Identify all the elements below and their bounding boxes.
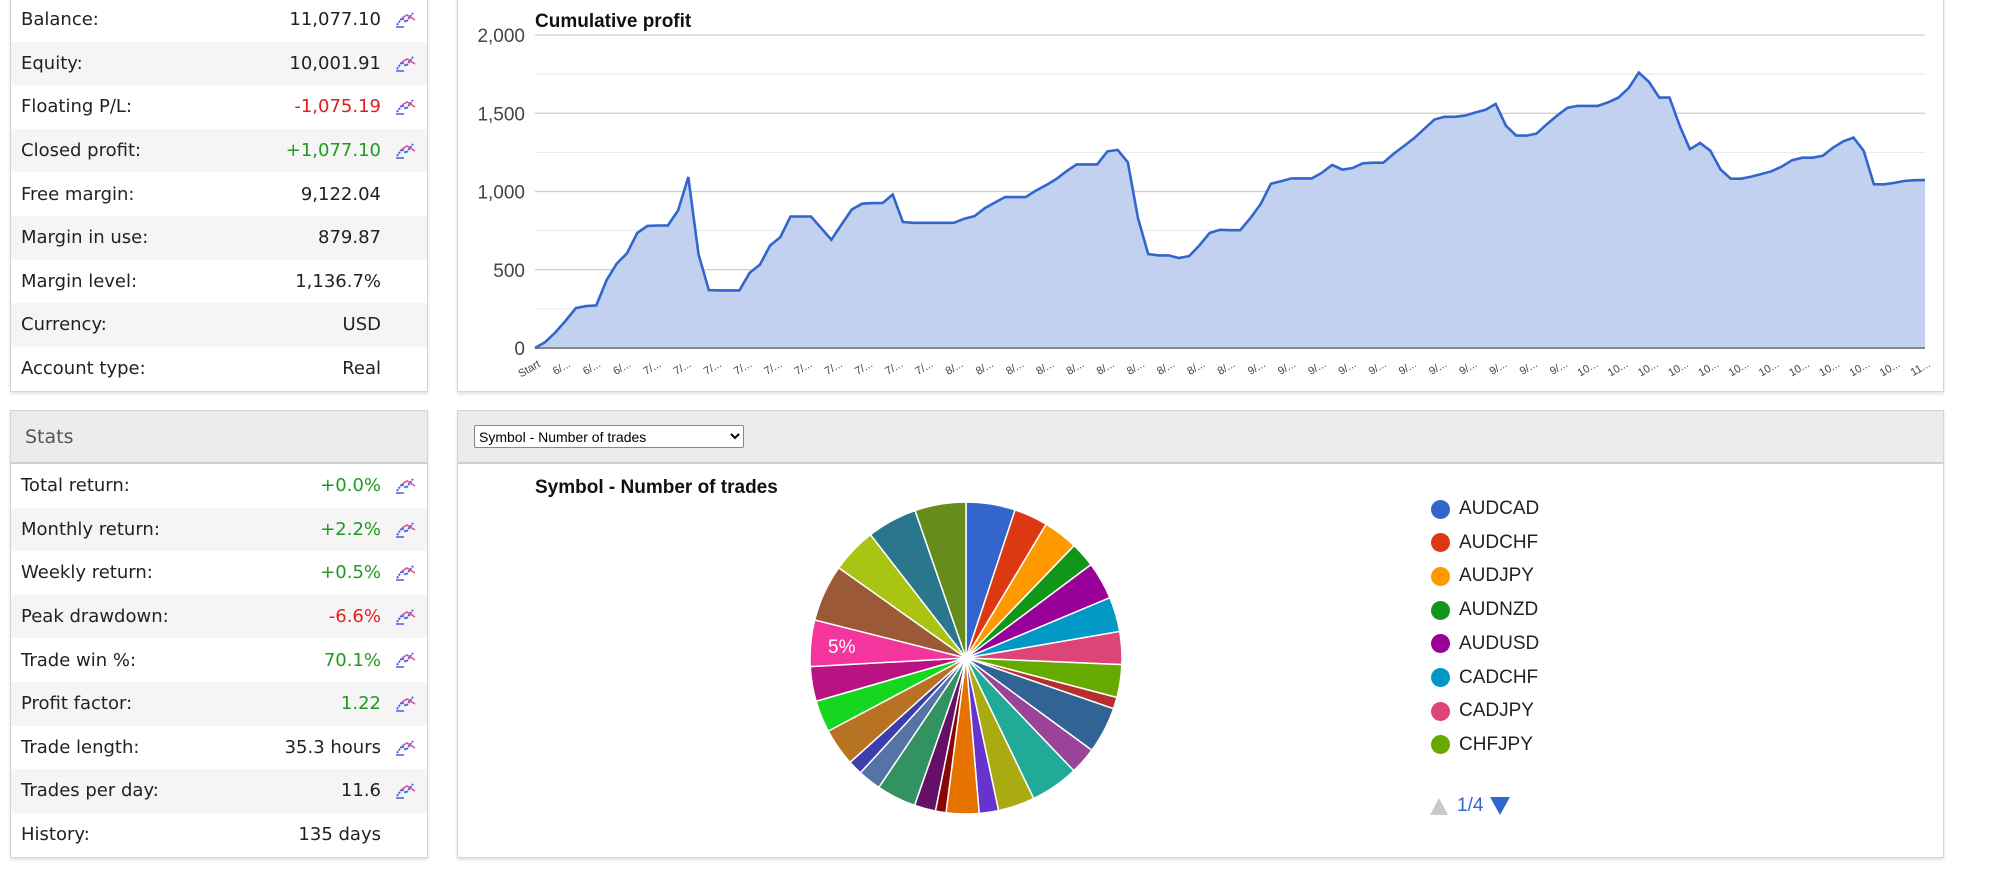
- legend-prev-page-icon[interactable]: [1429, 796, 1449, 816]
- legend-item[interactable]: CADCHF: [1431, 667, 1538, 689]
- legend-color-dot: [1431, 701, 1450, 721]
- legend-label: AUDUSD: [1459, 632, 1540, 654]
- legend-color-dot: [1431, 499, 1450, 519]
- legend-item[interactable]: AUDCHF: [1431, 532, 1538, 554]
- legend-item[interactable]: AUDUSD: [1431, 633, 1539, 655]
- symbol-trades-pie-chart: Symbol - Number of trades 5%: [535, 477, 1123, 815]
- legend-label: AUDNZD: [1459, 599, 1539, 621]
- legend-item[interactable]: CADJPY: [1431, 700, 1534, 722]
- legend-label: AUDCAD: [1459, 498, 1540, 519]
- legend-color-dot: [1431, 634, 1450, 654]
- legend-label: AUDCHF: [1459, 531, 1539, 553]
- legend-color-dot: [1431, 735, 1450, 755]
- legend-pager: 1/4: [1429, 795, 1511, 817]
- legend-label: AUDJPY: [1459, 565, 1534, 587]
- legend-next-page-icon[interactable]: [1489, 796, 1511, 816]
- legend-color-dot: [1431, 668, 1450, 687]
- pie-title: Symbol - Number of trades: [535, 477, 778, 498]
- legend-item[interactable]: AUDNZD: [1431, 599, 1538, 621]
- legend-color-dot: [1431, 566, 1450, 586]
- legend-page-indicator: 1/4: [1457, 795, 1484, 816]
- legend-label: CADCHF: [1459, 666, 1539, 688]
- legend-label: CADJPY: [1459, 700, 1534, 722]
- legend-color-dot: [1431, 600, 1450, 620]
- legend-item[interactable]: AUDCAD: [1431, 498, 1539, 520]
- legend-item[interactable]: AUDJPY: [1431, 565, 1534, 587]
- legend-item[interactable]: CHFJPY: [1431, 734, 1533, 756]
- pie-slice-label: 5%: [828, 637, 856, 658]
- legend-color-dot: [1431, 533, 1450, 553]
- legend-label: CHFJPY: [1459, 733, 1533, 755]
